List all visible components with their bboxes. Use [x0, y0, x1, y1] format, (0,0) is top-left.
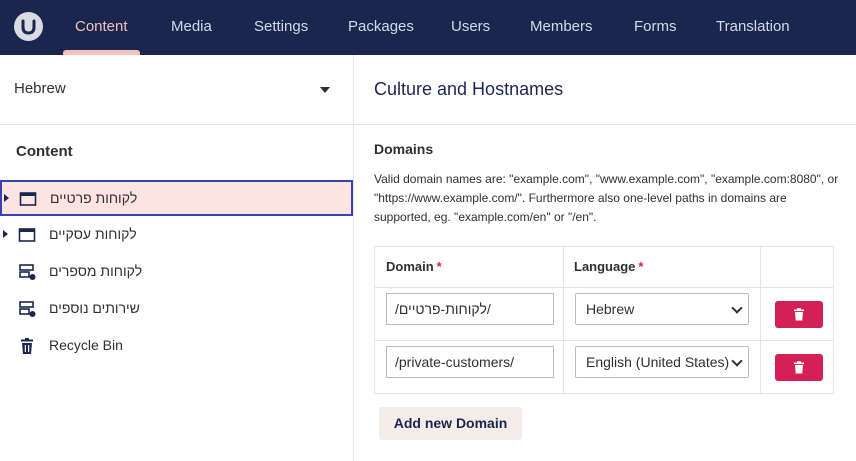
language-select[interactable]: Hebrew — [575, 293, 749, 325]
language-selector-label: Hebrew — [14, 80, 66, 97]
tree-title: Content — [16, 143, 73, 160]
nav-members[interactable]: Members — [530, 0, 593, 55]
domain-table: Domain * Language * /לקוחות-פרטיים/ Hebrew… — [374, 246, 834, 394]
trash-icon — [794, 361, 804, 374]
tree-item-label: לקוחות מספרים — [49, 263, 143, 279]
server-add-icon — [19, 264, 36, 280]
section-title: Domains — [374, 141, 434, 157]
delete-domain-button[interactable] — [775, 301, 823, 328]
nav-forms[interactable]: Forms — [634, 0, 677, 55]
page-title: Culture and Hostnames — [374, 79, 564, 99]
tree-item-additional-services[interactable]: שירותים נוספים — [0, 291, 353, 327]
column-header-domain: Domain * — [386, 259, 442, 274]
language-select-value: Hebrew — [586, 301, 635, 317]
tree-item-recycle-bin[interactable]: Recycle Bin — [0, 328, 353, 364]
tree-item-label: לקוחות פרטיים — [50, 190, 138, 206]
row-divider — [375, 340, 833, 341]
add-new-domain-button[interactable]: Add new Domain — [379, 407, 522, 440]
nav-packages[interactable]: Packages — [348, 0, 414, 55]
umbraco-logo-icon[interactable] — [14, 12, 43, 41]
expand-arrow-icon[interactable] — [3, 230, 8, 238]
language-selector[interactable]: Hebrew — [0, 55, 353, 125]
tree-item-business-customers[interactable]: לקוחות עסקיים — [0, 217, 353, 253]
language-select[interactable]: English (United States) — [575, 346, 749, 378]
panel-header: Culture and Hostnames — [354, 55, 856, 125]
culture-hostnames-panel: Culture and Hostnames Domains Valid doma… — [354, 55, 856, 461]
row-divider — [375, 287, 833, 288]
content-tree-panel: Hebrew Content לקוחות פרטיים לקוחות עסקי… — [0, 55, 354, 461]
nav-translation[interactable]: Translation — [716, 0, 790, 55]
tree-item-private-customers[interactable]: לקוחות פרטיים — [0, 180, 353, 216]
nav-media[interactable]: Media — [171, 0, 212, 55]
top-navigation: Content Media Settings Packages Users Me… — [0, 0, 856, 55]
tree-item-label: לקוחות עסקיים — [49, 226, 137, 242]
chevron-down-icon — [731, 302, 743, 314]
trash-icon — [794, 308, 804, 321]
tree-item-label: שירותים נוספים — [49, 300, 140, 316]
expand-arrow-icon[interactable] — [4, 194, 9, 202]
nav-content[interactable]: Content — [75, 0, 128, 55]
nav-settings[interactable]: Settings — [254, 0, 308, 55]
delete-domain-button[interactable] — [775, 354, 823, 381]
server-add-icon — [19, 301, 36, 317]
window-icon — [18, 228, 36, 242]
column-divider — [563, 247, 564, 393]
caret-down-icon — [320, 87, 330, 93]
column-header-language: Language * — [574, 259, 644, 274]
nav-users[interactable]: Users — [451, 0, 490, 55]
trash-icon — [21, 338, 33, 354]
column-divider — [760, 247, 761, 393]
chevron-down-icon — [731, 355, 743, 367]
tree-item-label: Recycle Bin — [49, 337, 123, 353]
tree-item-customer-numbers[interactable]: לקוחות מספרים — [0, 254, 353, 290]
language-select-value: English (United States) — [586, 354, 730, 370]
window-icon — [19, 192, 37, 206]
domain-input[interactable]: /לקוחות-פרטיים/ — [386, 293, 554, 325]
panel-body: Domains Valid domain names are: "example… — [354, 125, 856, 461]
section-description: Valid domain names are: "example.com", "… — [374, 172, 839, 224]
domain-input[interactable]: /private-customers/ — [386, 346, 554, 378]
